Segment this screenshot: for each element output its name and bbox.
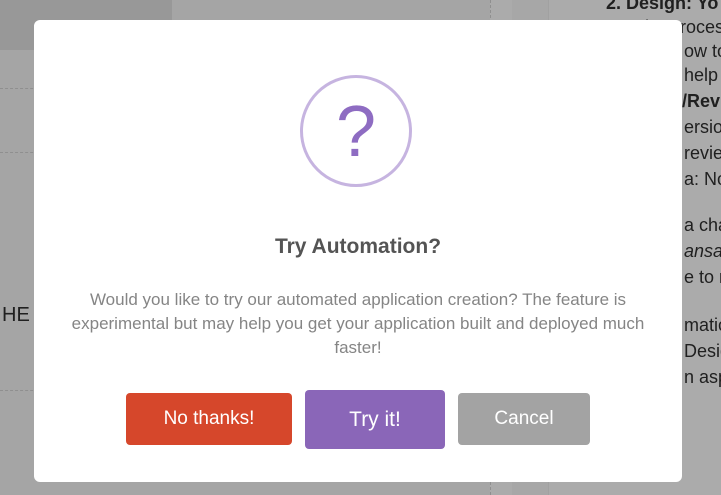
question-mark-glyph: ? xyxy=(335,92,377,172)
dialog-title: Try Automation? xyxy=(274,235,442,258)
try-automation-dialog: ? Try Automation? Would you like to try … xyxy=(34,20,682,482)
try-it-button[interactable]: Try it! xyxy=(305,390,445,449)
question-icon: ? xyxy=(300,75,412,187)
dialog-message: Would you like to try our automated appl… xyxy=(71,290,645,357)
no-thanks-button[interactable]: No thanks! xyxy=(126,393,292,445)
cancel-button[interactable]: Cancel xyxy=(458,393,590,445)
